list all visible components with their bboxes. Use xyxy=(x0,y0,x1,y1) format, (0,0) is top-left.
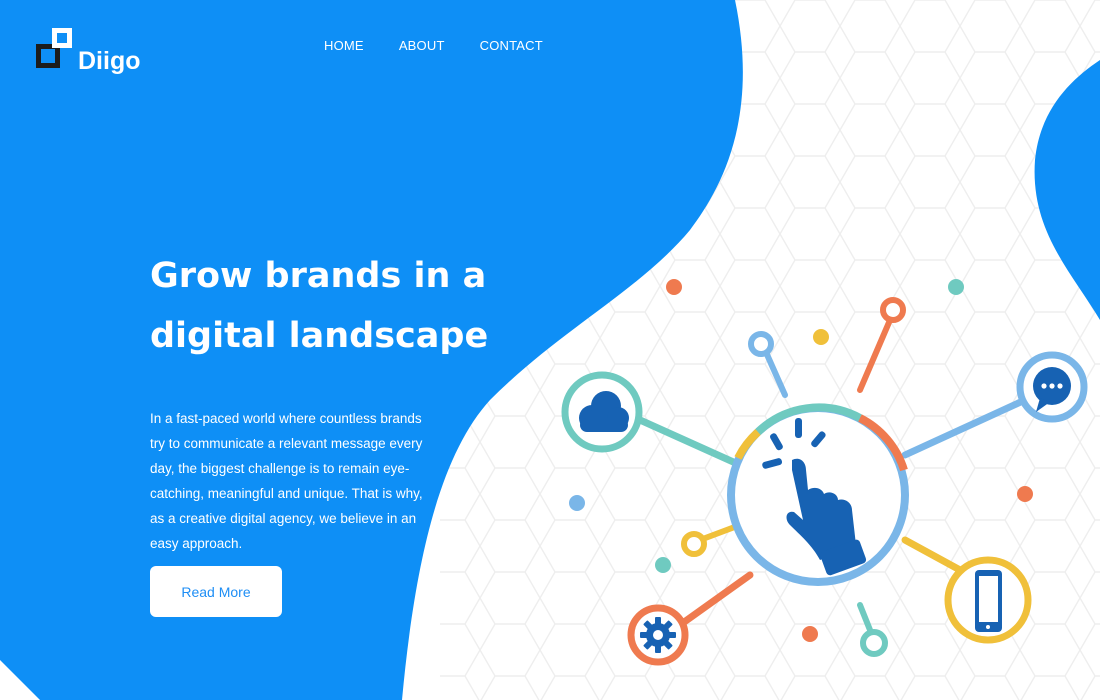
gear-icon xyxy=(640,617,676,653)
nav-about[interactable]: ABOUT xyxy=(399,38,445,53)
hero-title-line2: digital landscape xyxy=(150,316,489,356)
brand-logo[interactable]: Diigo xyxy=(36,28,141,74)
hero-description: In a fast-paced world where countless br… xyxy=(150,411,423,551)
nav-home[interactable]: HOME xyxy=(324,38,364,53)
brand-name: Diigo xyxy=(78,47,141,75)
main-nav: HOME ABOUT CONTACT xyxy=(324,38,543,53)
smartphone-icon xyxy=(975,570,1002,632)
read-more-button[interactable]: Read More xyxy=(150,566,282,617)
logo-mark-icon xyxy=(36,28,74,74)
digital-network-illustration xyxy=(561,279,1088,666)
hero-title-line1: Grow brands in a xyxy=(150,256,487,296)
hero-title: Grow brands in a digital landscape xyxy=(150,246,490,366)
nav-contact[interactable]: CONTACT xyxy=(480,38,543,53)
